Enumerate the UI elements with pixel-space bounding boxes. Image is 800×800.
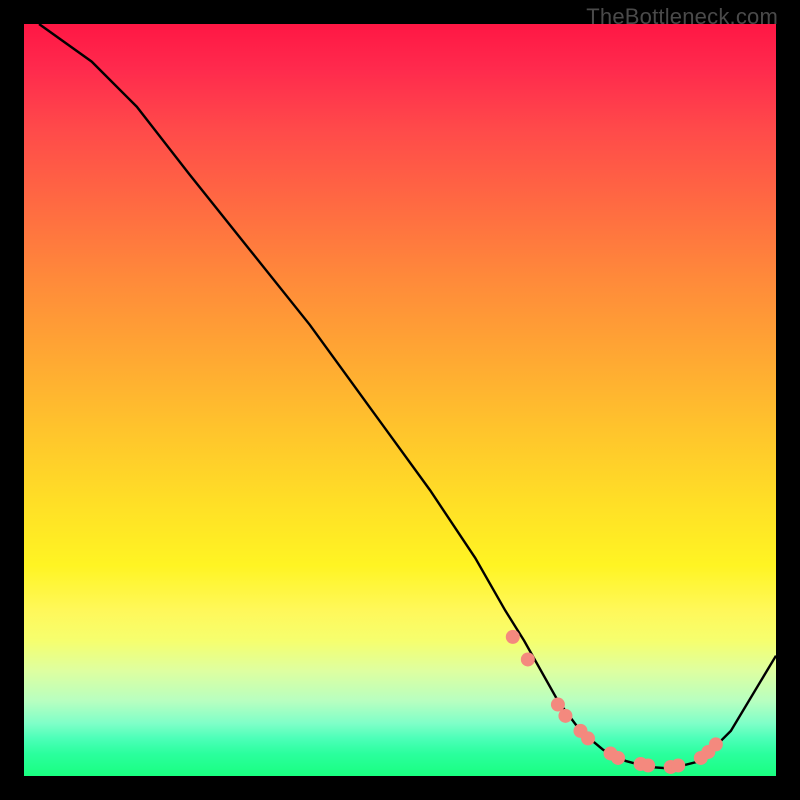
data-marker <box>641 758 655 772</box>
marker-group <box>506 630 723 774</box>
chart-frame: TheBottleneck.com <box>0 0 800 800</box>
data-marker <box>671 758 685 772</box>
chart-svg <box>24 24 776 776</box>
data-marker <box>581 731 595 745</box>
watermark-text: TheBottleneck.com <box>586 4 778 30</box>
bottleneck-curve <box>39 24 776 768</box>
data-marker <box>506 630 520 644</box>
plot-area <box>24 24 776 776</box>
data-marker <box>558 709 572 723</box>
data-marker <box>521 652 535 666</box>
data-marker <box>709 737 723 751</box>
data-marker <box>611 751 625 765</box>
